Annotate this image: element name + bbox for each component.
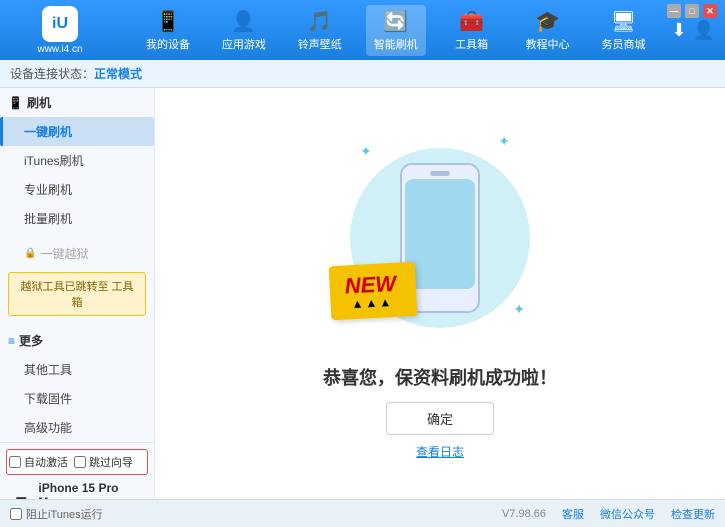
maximize-button[interactable]: □ [685,4,699,18]
download-button[interactable]: ⬇ [671,20,686,41]
sidebar-item-one-key-flash[interactable]: 一键刷机 [0,117,154,146]
nav-business-label: 务员商城 [601,36,645,52]
device-details: iPhone 15 Pro Max 512GB iPhone [38,481,144,499]
sidebar-warning-box: 越狱工具已跳转至 工具箱 [8,272,146,316]
subheader-prefix: 设备连接状态： [10,65,94,82]
auto-guide-checkbox[interactable]: 跳过向导 [74,454,133,470]
auto-actions-box: 自动激活 跳过向导 [6,449,148,475]
window-controls: — □ ✕ [667,4,717,18]
view-log-link[interactable]: 查看日志 [416,443,464,460]
nav-apps-label: 应用游戏 [222,36,266,52]
main-layout: 📱 刷机 一键刷机 iTunes刷机 专业刷机 批量刷机 🔒 一键越狱 越狱工具… [0,88,725,499]
footer-left: 阻止iTunes运行 [10,506,103,522]
device-name: iPhone 15 Pro Max [38,481,144,499]
nav-tutorial[interactable]: 🎓 教程中心 [518,5,578,56]
user-button[interactable]: 👤 [693,20,715,41]
business-icon: 🖥 [611,9,636,34]
subheader-mode: 正常模式 [94,65,142,82]
success-message: 恭喜您，保资料刷机成功啦！ [323,364,557,390]
sparkle-icon-2: ✦ [498,133,510,150]
footer: 阻止iTunes运行 V7.98.66 客服 微信公众号 检查更新 [0,499,725,527]
sidebar-item-pro-flash[interactable]: 专业刷机 [0,175,154,204]
more-section-icon: ≡ [8,334,15,348]
ringtone-icon: 🎵 [307,9,332,34]
auto-guide-input[interactable] [74,456,86,468]
arrow-icon-3: ▲ [379,295,392,310]
sidebar-item-advanced[interactable]: 高级功能 [0,413,154,442]
content-area: ✦ ✦ ✦ NEW ▲ ▲ ▲ 恭喜您，保资料刷机成功啦！ 确定 查看日志 [155,88,725,499]
footer-right: V7.98.66 客服 微信公众号 检查更新 [502,506,715,522]
logo-icon: iU [42,6,78,42]
wechat-link[interactable]: 微信公众号 [600,506,655,522]
auto-activate-input[interactable] [9,456,21,468]
sidebar-item-itunes-flash[interactable]: iTunes刷机 [0,146,154,175]
nav-ringtone[interactable]: 🎵 铃声壁纸 [290,5,350,56]
new-banner: NEW ▲ ▲ ▲ [329,261,418,319]
check-update-link[interactable]: 检查更新 [671,506,715,522]
sidebar-more-header: ≡ 更多 [0,326,154,355]
nav-my-device[interactable]: 📱 我的设备 [138,5,198,56]
sidebar-item-download-firmware[interactable]: 下载固件 [0,384,154,413]
apps-games-icon: 👤 [231,9,256,34]
logo-sub: www.i4.cn [37,44,82,55]
sidebar-jailbreak-disabled: 🔒 一键越狱 [0,239,154,268]
sparkle-icon-1: ✦ [360,143,372,160]
nav-smart-flash-label: 智能刷机 [374,36,418,52]
subheader: 设备连接状态： 正常模式 [0,60,725,88]
sidebar-item-batch-flash[interactable]: 批量刷机 [0,204,154,233]
my-device-icon: 📱 [156,9,181,34]
stop-itunes-checkbox[interactable] [10,508,22,520]
flash-section-label: 刷机 [27,94,51,111]
sidebar-bottom: 自动激活 跳过向导 📱 iPhone 15 Pro Max 512GB iPho… [0,442,154,499]
nav-my-device-label: 我的设备 [146,36,190,52]
flash-section-icon: 📱 [8,96,23,110]
sparkle-icon-3: ✦ [513,301,525,318]
nav-business[interactable]: 🖥 务员商城 [593,5,653,56]
arrow-icon-2: ▲ [365,295,378,310]
smart-flash-icon: 🔄 [383,9,408,34]
customer-service-link[interactable]: 客服 [562,506,584,522]
header: iU www.i4.cn 📱 我的设备 👤 应用游戏 🎵 铃声壁纸 🔄 智能刷机… [0,0,725,60]
nav-smart-flash[interactable]: 🔄 智能刷机 [366,5,426,56]
nav-bar: 📱 我的设备 👤 应用游戏 🎵 铃声壁纸 🔄 智能刷机 🧰 工具箱 🎓 教程中心… [120,0,671,60]
lock-icon: 🔒 [24,248,36,259]
device-info: 📱 iPhone 15 Pro Max 512GB iPhone [6,475,148,499]
nav-apps-games[interactable]: 👤 应用游戏 [214,5,274,56]
confirm-button[interactable]: 确定 [386,402,494,435]
arrow-icon-1: ▲ [351,296,364,311]
sidebar-flash-header: 📱 刷机 [0,88,154,117]
stop-itunes-label: 阻止iTunes运行 [26,506,103,522]
nav-toolbox[interactable]: 🧰 工具箱 [442,5,502,56]
phone-illustration: ✦ ✦ ✦ NEW ▲ ▲ ▲ [340,128,540,348]
nav-ringtone-label: 铃声壁纸 [298,36,342,52]
phone-screen [405,179,475,289]
close-button[interactable]: ✕ [703,4,717,18]
header-right: ⬇ 👤 [671,20,725,41]
device-icon: 📱 [10,497,32,500]
new-banner-arrows: ▲ ▲ ▲ [345,294,397,311]
logo-area: iU www.i4.cn [0,0,120,60]
sidebar: 📱 刷机 一键刷机 iTunes刷机 专业刷机 批量刷机 🔒 一键越狱 越狱工具… [0,88,155,499]
sidebar-item-other-tools[interactable]: 其他工具 [0,355,154,384]
version-label: V7.98.66 [502,508,546,520]
minimize-button[interactable]: — [667,4,681,18]
auto-activate-checkbox[interactable]: 自动激活 [9,454,68,470]
phone-notch [430,171,450,176]
nav-tutorial-label: 教程中心 [526,36,570,52]
tutorial-icon: 🎓 [535,9,560,34]
toolbox-icon: 🧰 [459,9,484,34]
nav-toolbox-label: 工具箱 [455,36,488,52]
